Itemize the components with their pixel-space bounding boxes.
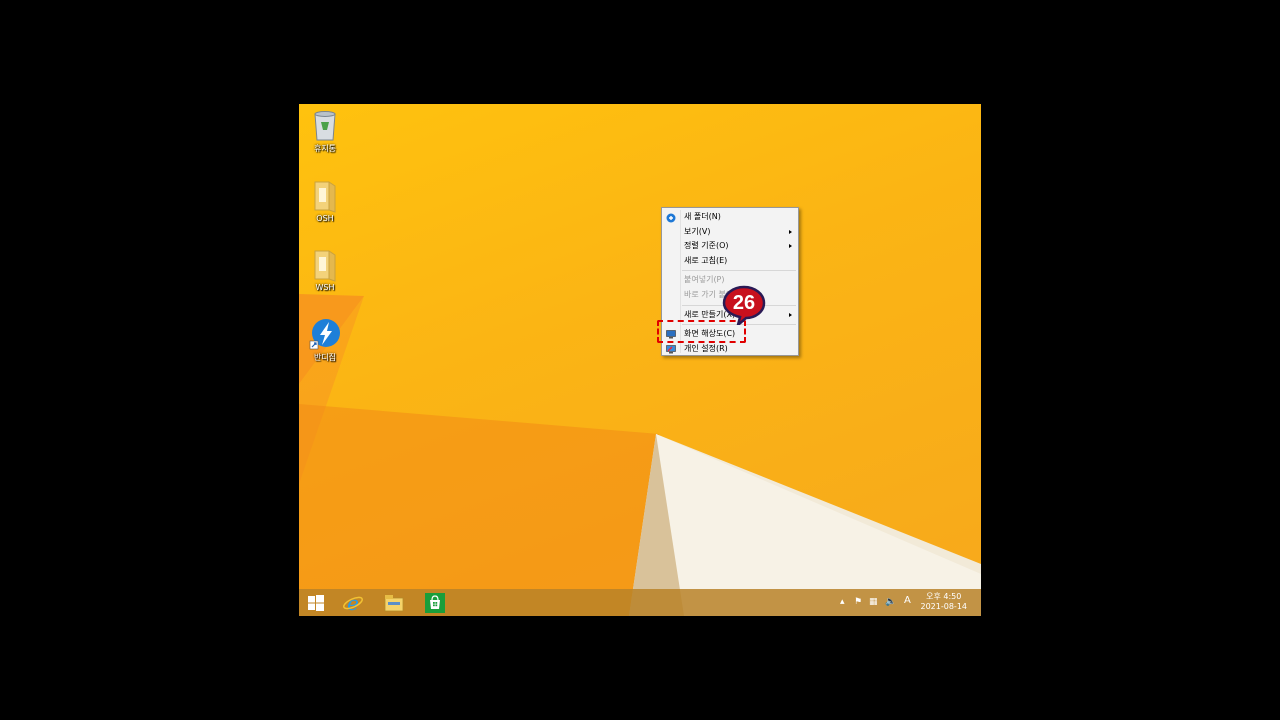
menu-separator	[682, 270, 796, 272]
desktop-icon-label: WSH	[315, 283, 335, 292]
menu-item-label: 붙여넣기(P)	[684, 275, 725, 285]
submenu-arrow-icon	[789, 312, 792, 317]
menu-item-new-folder[interactable]: 새 폴더(N)	[662, 210, 798, 225]
desktop-icon-wsh-folder[interactable]: WSH	[305, 247, 345, 293]
annotation-step-number: 26	[732, 292, 756, 314]
internet-explorer-button[interactable]: e	[342, 591, 364, 615]
menu-item-label: 정렬 기준(O)	[684, 241, 729, 251]
desktop-icon-label: OSH	[316, 214, 334, 223]
menu-item-label: 보기(V)	[684, 226, 711, 236]
submenu-arrow-icon	[789, 244, 792, 249]
desktop-icon-bandizip[interactable]: 반디집	[305, 317, 345, 363]
personalize-icon	[666, 344, 676, 354]
menu-item-label: 개인 설정(R)	[684, 343, 728, 353]
wallpaper	[299, 294, 981, 616]
show-hidden-icons-icon[interactable]: ▴	[840, 597, 845, 607]
start-icon	[308, 595, 324, 611]
menu-item-sort-by[interactable]: 정렬 기준(O)	[662, 239, 798, 254]
menu-item-label: 새로 고침(E)	[684, 255, 728, 265]
desktop-icon-osh-folder[interactable]: OSH	[305, 178, 345, 224]
folder-icon	[305, 178, 345, 214]
recycle-bin-icon	[305, 108, 345, 144]
clock-time: 오후 4:50	[926, 592, 962, 601]
taskbar: e ▴ ⚑ ▦ 🔈 A 오후 4:50 2021-08-14	[299, 589, 981, 616]
desktop-icon-recycle-bin[interactable]: 휴지통	[305, 108, 345, 154]
file-explorer-button[interactable]	[383, 592, 405, 614]
ime-indicator[interactable]: A	[904, 596, 911, 606]
bandizip-icon	[305, 317, 345, 353]
annotation-step-badge: 26	[722, 285, 766, 325]
svg-text:e: e	[347, 592, 359, 614]
desktop-icon-label: 휴지통	[313, 144, 337, 153]
store-icon	[425, 593, 445, 613]
menu-item-label: 새 폴더(N)	[684, 212, 721, 221]
start-button[interactable]	[305, 592, 327, 614]
network-icon[interactable]: ▦	[869, 597, 878, 607]
clock-date: 2021-08-14	[920, 602, 968, 611]
store-button[interactable]	[424, 592, 446, 614]
menu-item-personalize[interactable]: 개인 설정(R)	[662, 342, 798, 357]
menu-item-view[interactable]: 보기(V)	[662, 225, 798, 240]
folder-icon	[305, 247, 345, 283]
desktop-screen: 휴지통 OSH WSH 반디집 새 폴더(N) 보기(V) 정렬 기준(O) 새…	[299, 104, 981, 616]
taskbar-clock[interactable]: 오후 4:50 2021-08-14	[921, 592, 968, 612]
new-folder-icon	[666, 213, 676, 223]
volume-icon[interactable]: 🔈	[885, 597, 896, 607]
submenu-arrow-icon	[789, 229, 792, 234]
file-explorer-icon	[384, 595, 404, 612]
action-center-flag-icon[interactable]: ⚑	[854, 597, 862, 607]
desktop-icon-label: 반디집	[313, 353, 337, 362]
menu-item-refresh[interactable]: 새로 고침(E)	[662, 254, 798, 269]
internet-explorer-icon: e	[343, 591, 363, 615]
